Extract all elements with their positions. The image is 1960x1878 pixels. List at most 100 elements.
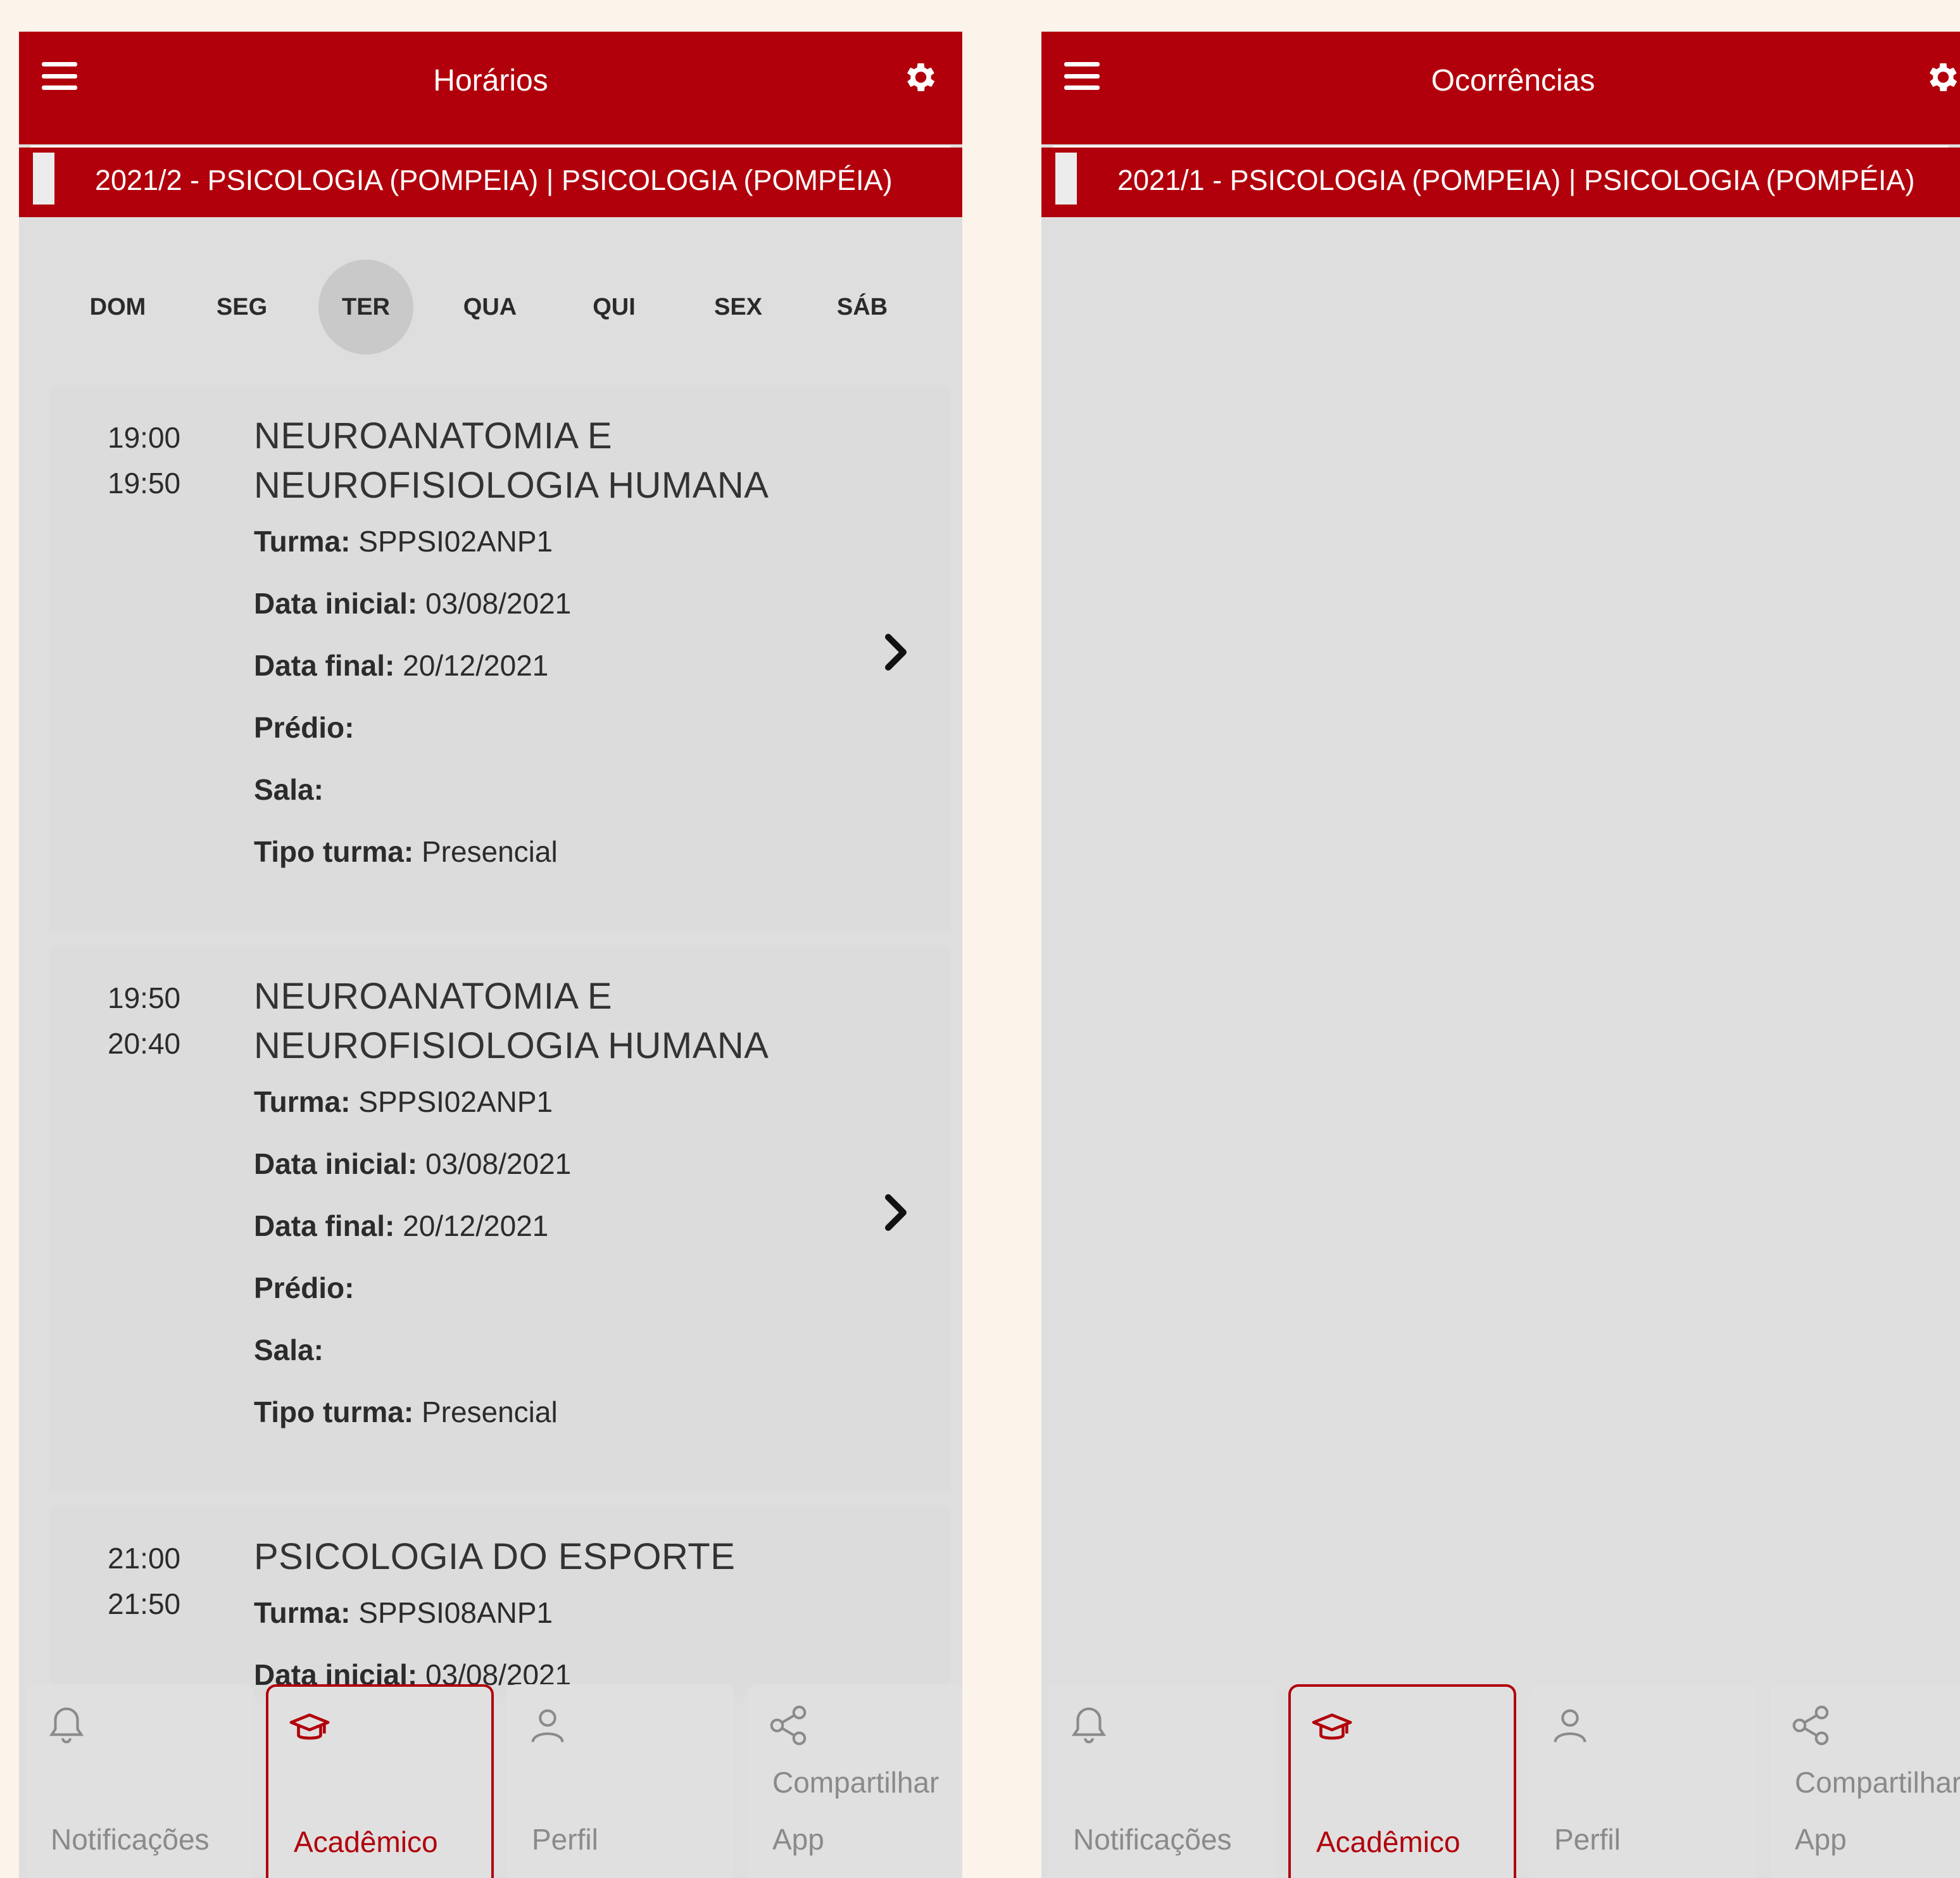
start-time: 19:50 [108, 981, 181, 1014]
data-inicial-row: Data inicial: 03/08/2021 [254, 1133, 571, 1195]
period-label: 2021/1 - PSICOLOGIA (POMPEIA) | PSICOLOG… [1117, 164, 1915, 196]
data-final-row: Data final: 20/12/2021 [254, 634, 571, 696]
turma-row: Turma: SPPSI08ANP1 [254, 1582, 571, 1644]
tab-sab[interactable]: SÁB [815, 260, 910, 355]
tab-seg[interactable]: SEG [194, 260, 289, 355]
turma-label: Turma: [254, 1085, 351, 1118]
subject-name: NEUROANATOMIA E NEUROFISIOLOGIA HUMANA [254, 412, 824, 510]
person-icon [531, 1709, 564, 1743]
schedule-card[interactable]: 19:50 20:40 NEUROANATOMIA E NEUROFISIOLO… [51, 947, 950, 1491]
tipo-turma-row: Tipo turma: Presencial [254, 1381, 571, 1443]
tab-dom[interactable]: DOM [70, 260, 165, 355]
class-details: Turma: SPPSI02ANP1 Data inicial: 03/08/2… [254, 1071, 571, 1443]
time-range: 19:50 20:40 [108, 975, 180, 1066]
bottom-navigation: Notificações Acadêmico Perfil Compartilh… [1041, 1684, 1960, 1878]
period-selector[interactable]: 2021/1 - PSICOLOGIA (POMPEIA) | PSICOLOG… [1041, 148, 1960, 217]
person-icon [1554, 1709, 1586, 1743]
page-title: Horários [433, 64, 548, 98]
nav-perfil[interactable]: Perfil [506, 1684, 734, 1878]
schedule-card[interactable]: 19:00 19:50 NEUROANATOMIA E NEUROFISIOLO… [51, 386, 950, 931]
page-title: Ocorrências [1431, 64, 1595, 98]
class-details: Turma: SPPSI02ANP1 Data inicial: 03/08/2… [254, 510, 571, 883]
subject-line: NEUROANATOMIA E [254, 415, 613, 457]
tipo-turma-label: Tipo turma: [254, 1396, 414, 1428]
share-icon [770, 1705, 807, 1746]
share-icon [1792, 1705, 1829, 1746]
turma-row: Turma: SPPSI02ANP1 [254, 1071, 571, 1133]
schedule-card[interactable]: 21:00 21:50 PSICOLOGIA DO ESPORTE Turma:… [51, 1507, 950, 1697]
nav-label: Acadêmico [294, 1825, 438, 1858]
turma-value: SPPSI02ANP1 [358, 525, 553, 558]
tipo-turma-label: Tipo turma: [254, 835, 414, 868]
tab-qui[interactable]: QUI [567, 260, 662, 355]
chevron-right-icon[interactable] [883, 633, 908, 671]
sala-row: Sala: [254, 759, 571, 821]
predio-row: Prédio: [254, 696, 571, 759]
tab-qua[interactable]: QUA [443, 260, 537, 355]
period-label: 2021/2 - PSICOLOGIA (POMPEIA) | PSICOLOG… [95, 164, 893, 196]
period-marker [1055, 153, 1077, 205]
sala-label: Sala: [254, 773, 324, 806]
time-range: 19:00 19:50 [108, 415, 180, 506]
data-inicial-row: Data inicial: 03/08/2021 [254, 572, 571, 634]
start-time: 19:00 [108, 421, 181, 454]
subject-line: NEUROFISIOLOGIA HUMANA [254, 465, 769, 506]
data-inicial-label: Data inicial: [254, 587, 418, 620]
data-final-label: Data final: [254, 649, 395, 682]
turma-row: Turma: SPPSI02ANP1 [254, 510, 571, 572]
subject-line: NEUROANATOMIA E [254, 976, 613, 1017]
ocorrencias-screen: Ocorrências 2021/1 - PSICOLOGIA (POMPEIA… [1041, 32, 1960, 1878]
gear-icon[interactable] [900, 58, 938, 96]
data-final-label: Data final: [254, 1209, 395, 1242]
nav-notificacoes[interactable]: Notificações [1048, 1684, 1276, 1878]
start-time: 21:00 [108, 1542, 181, 1575]
predio-label: Prédio: [254, 1271, 355, 1304]
nav-label: Notificações [51, 1823, 210, 1856]
subject-name: NEUROANATOMIA E NEUROFISIOLOGIA HUMANA [254, 972, 824, 1071]
bottom-navigation: Notificações Acadêmico Perfil Compartilh… [19, 1684, 962, 1878]
nav-compartilhar[interactable]: Compartilhar App [747, 1684, 962, 1878]
tab-ter[interactable]: TER [318, 260, 413, 355]
nav-label: Acadêmico [1316, 1825, 1461, 1858]
weekday-tabs: DOM SEG TER QUA QUI SEX SÁB [19, 260, 962, 355]
bell-icon [49, 1707, 84, 1744]
data-final-value: 20/12/2021 [403, 649, 549, 682]
gear-icon[interactable] [1923, 58, 1960, 96]
time-range: 21:00 21:50 [108, 1535, 180, 1627]
graduation-cap-icon [1312, 1713, 1352, 1740]
predio-row: Prédio: [254, 1257, 571, 1319]
data-inicial-label: Data inicial: [254, 1147, 418, 1180]
period-selector[interactable]: 2021/2 - PSICOLOGIA (POMPEIA) | PSICOLOG… [19, 148, 962, 217]
data-inicial-value: 03/08/2021 [425, 1147, 572, 1180]
graduation-cap-icon [289, 1713, 330, 1740]
bell-icon [1071, 1707, 1107, 1744]
nav-label: Notificações [1073, 1823, 1232, 1856]
subject-line: PSICOLOGIA DO ESPORTE [254, 1536, 736, 1577]
nav-label: App [772, 1823, 824, 1856]
subject-line: NEUROFISIOLOGIA HUMANA [254, 1025, 769, 1066]
tipo-turma-value: Presencial [421, 1396, 558, 1428]
app-bar: Horários [19, 32, 962, 148]
period-marker [33, 153, 54, 205]
end-time: 19:50 [108, 467, 181, 500]
turma-value: SPPSI08ANP1 [358, 1596, 553, 1629]
turma-value: SPPSI02ANP1 [358, 1085, 553, 1118]
app-bar: Ocorrências [1041, 32, 1960, 148]
chevron-right-icon[interactable] [883, 1194, 908, 1232]
tipo-turma-row: Tipo turma: Presencial [254, 821, 571, 883]
nav-perfil[interactable]: Perfil [1529, 1684, 1757, 1878]
subject-name: PSICOLOGIA DO ESPORTE [254, 1532, 824, 1582]
sala-row: Sala: [254, 1319, 571, 1381]
nav-academico[interactable]: Acadêmico [266, 1684, 494, 1878]
end-time: 21:50 [108, 1587, 181, 1620]
data-final-row: Data final: 20/12/2021 [254, 1195, 571, 1257]
nav-notificacoes[interactable]: Notificações [25, 1684, 253, 1878]
tab-sex[interactable]: SEX [691, 260, 786, 355]
data-final-value: 20/12/2021 [403, 1209, 549, 1242]
nav-academico[interactable]: Acadêmico [1288, 1684, 1516, 1878]
sala-label: Sala: [254, 1333, 324, 1366]
data-inicial-value: 03/08/2021 [425, 587, 572, 620]
nav-label: Compartilhar [772, 1766, 939, 1799]
nav-compartilhar[interactable]: Compartilhar App [1769, 1684, 1960, 1878]
nav-label: Compartilhar [1795, 1766, 1960, 1799]
